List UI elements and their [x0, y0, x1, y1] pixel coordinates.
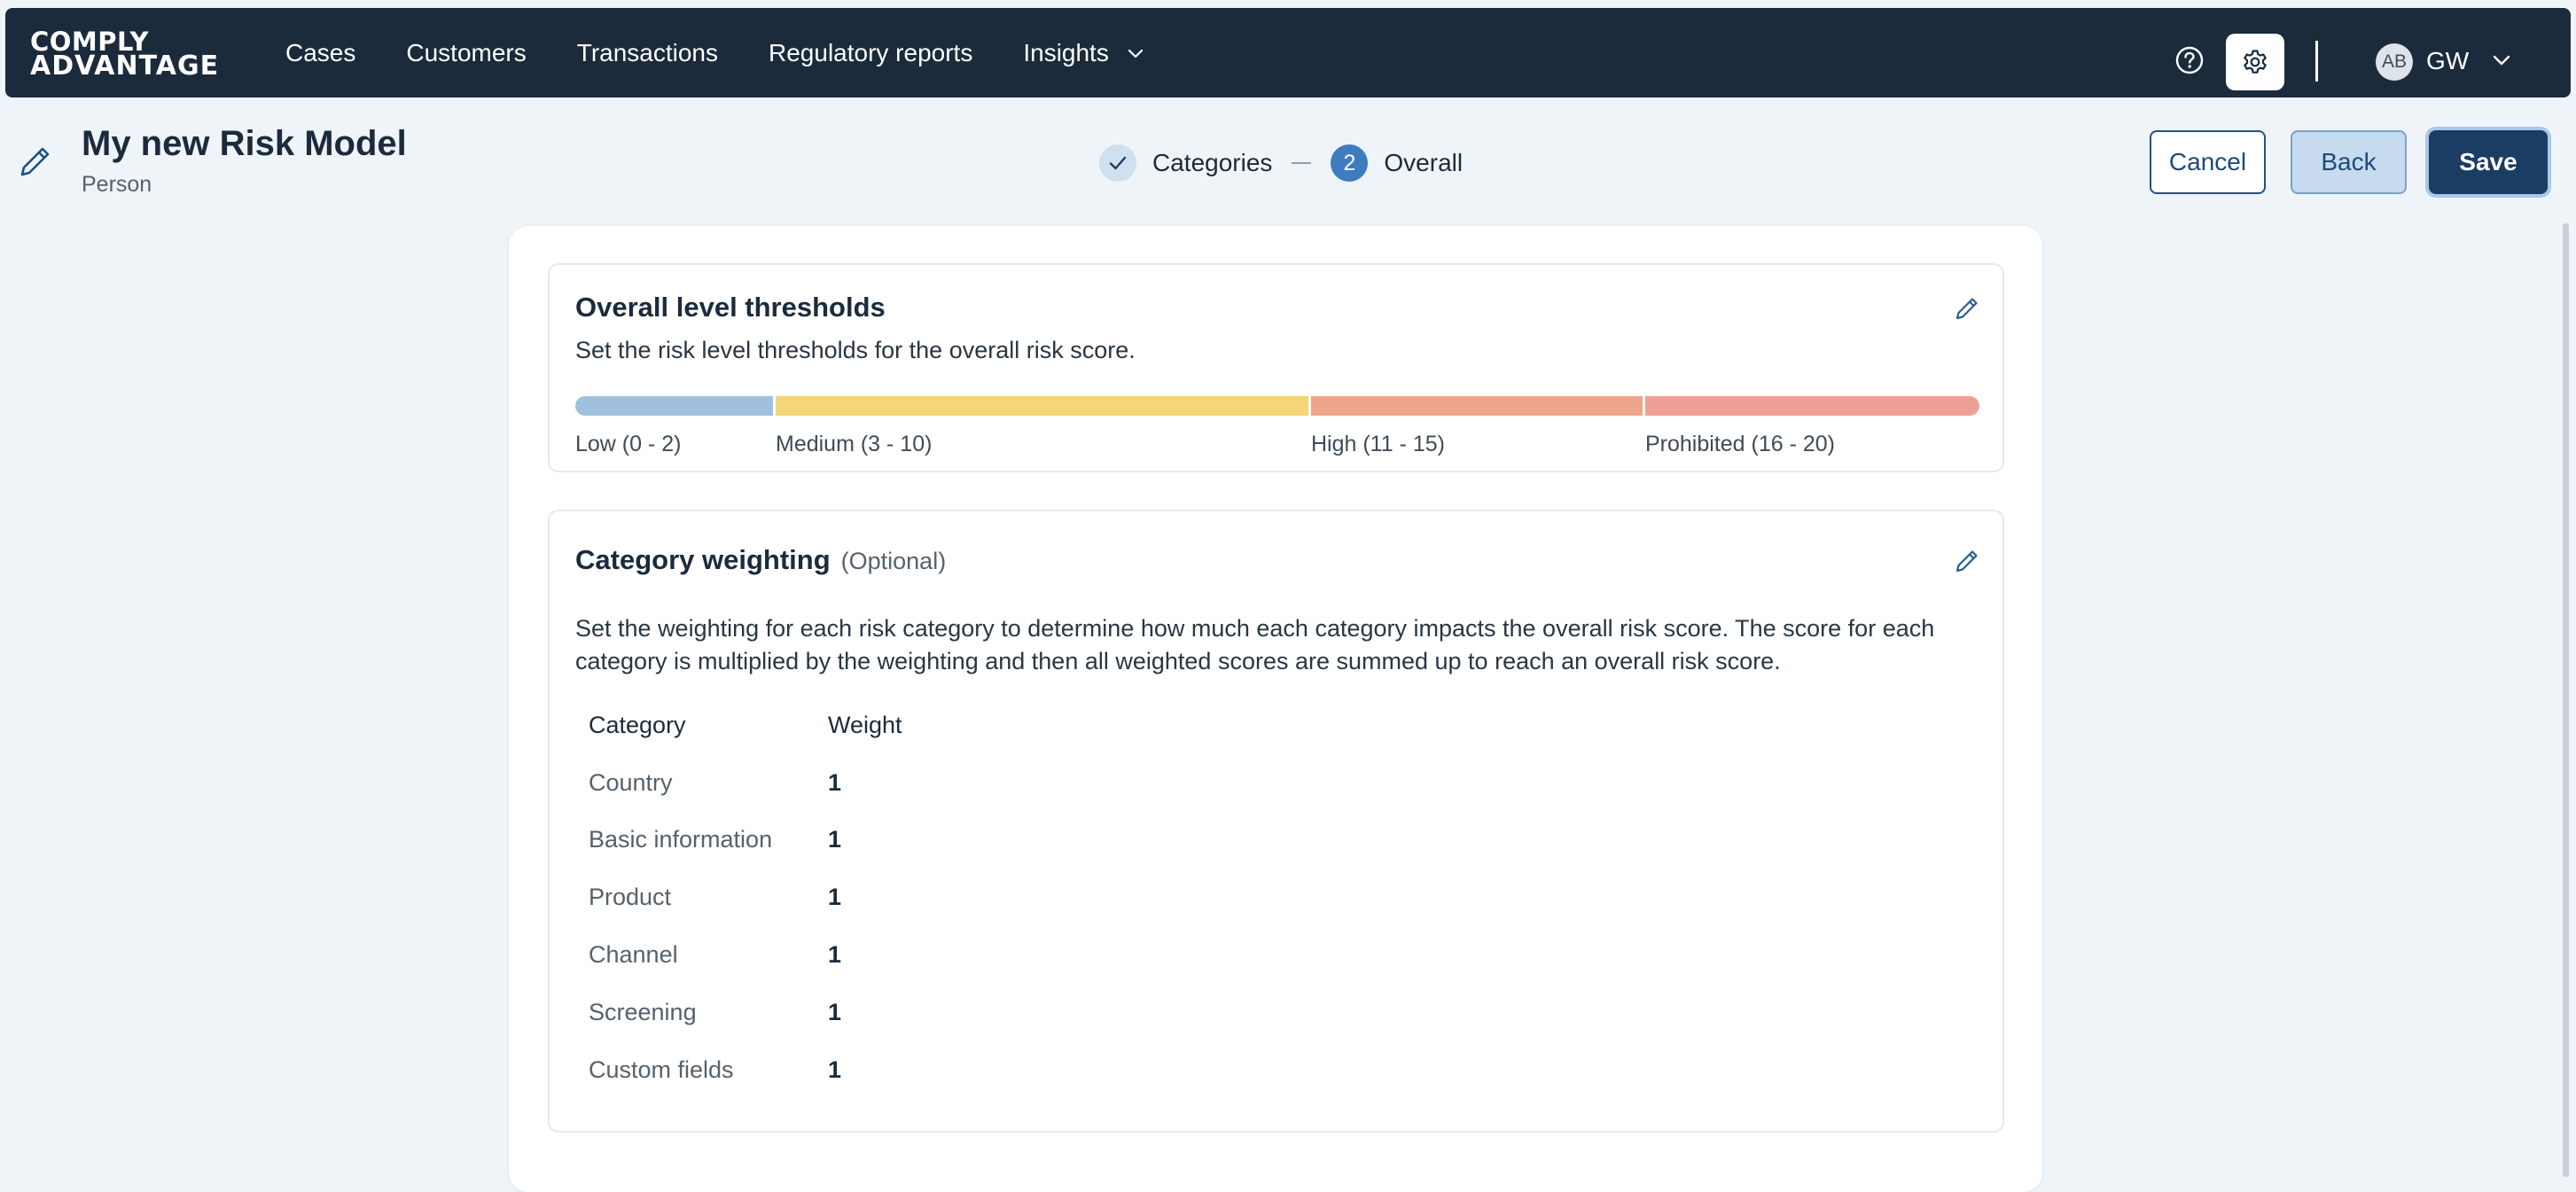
step-label-overall: Overall — [1384, 149, 1464, 176]
nav-link-label: Insights — [1023, 38, 1109, 66]
pencil-icon[interactable] — [1954, 295, 1980, 322]
main-nav-links: Cases Customers Transactions Regulatory … — [285, 8, 1195, 97]
category-name: Channel — [589, 941, 678, 968]
table-header-row: Category Weight — [589, 712, 1032, 747]
category-name: Product — [589, 884, 672, 910]
table-row: Product 1 — [589, 884, 1032, 919]
column-header-weight: Weight — [828, 712, 902, 738]
section-title: Category weighting — [575, 544, 831, 575]
category-name: Screening — [589, 999, 697, 1025]
pencil-icon[interactable] — [1954, 548, 1980, 574]
step-number: 2 — [1331, 144, 1369, 182]
overall-thresholds-section: Overall level thresholds Set the risk le… — [548, 263, 2004, 472]
section-title: Overall level thresholds — [575, 292, 886, 323]
category-weight: 1 — [828, 1056, 842, 1083]
threshold-segment-low — [575, 396, 773, 416]
threshold-bar: Low (0 - 2) Medium (3 - 10) High (11 - 1… — [575, 396, 1979, 456]
nav-link-label: Transactions — [576, 38, 718, 66]
nav-link-cases[interactable]: Cases — [285, 39, 355, 67]
category-weight: 1 — [828, 941, 842, 968]
category-weighting-section: Category weighting (Optional) Set the wei… — [548, 510, 2004, 1133]
checkmark-icon — [1109, 156, 1127, 170]
nav-link-label: Cases — [285, 38, 356, 66]
cancel-button[interactable]: Cancel — [2150, 130, 2266, 194]
column-header-category: Category — [589, 712, 686, 738]
section-description: Set the risk level thresholds for the ov… — [575, 337, 1136, 363]
category-weight: 1 — [828, 999, 842, 1025]
user-name[interactable]: GW — [2426, 47, 2469, 75]
category-weight: 1 — [828, 769, 842, 796]
nav-link-insights[interactable]: Insights — [1023, 39, 1144, 67]
nav-link-transactions[interactable]: Transactions — [577, 39, 718, 67]
category-name: Basic information — [589, 826, 773, 853]
nav-link-regulatory-reports[interactable]: Regulatory reports — [769, 39, 972, 67]
category-name: Custom fields — [589, 1056, 734, 1083]
threshold-label-medium: Medium (3 - 10) — [776, 432, 933, 456]
step-connector — [1292, 162, 1312, 164]
page-subtitle: Person — [82, 172, 152, 197]
description-line: Set the weighting for each risk category… — [575, 615, 1935, 642]
step-label-categories[interactable]: Categories — [1152, 149, 1272, 177]
section-title-row: Category weighting (Optional) — [575, 544, 946, 576]
threshold-label-low: Low (0 - 2) — [575, 432, 682, 456]
nav-link-label: Regulatory reports — [769, 38, 973, 66]
page-title: My new Risk Model — [82, 124, 407, 163]
threshold-segment-prohibited — [1645, 396, 1979, 416]
table-row: Screening 1 — [589, 999, 1032, 1034]
chevron-down-icon[interactable] — [2492, 51, 2511, 70]
save-button[interactable]: Save — [2429, 130, 2548, 194]
nav-link-customers[interactable]: Customers — [406, 39, 526, 67]
description-line: category is multiplied by the weighting … — [575, 648, 1781, 674]
help-icon[interactable] — [2174, 45, 2205, 75]
scrollbar-thumb[interactable] — [2563, 223, 2569, 1177]
table-row: Basic information 1 — [589, 826, 1032, 861]
threshold-label-high: High (11 - 15) — [1311, 432, 1445, 456]
table-row: Country 1 — [589, 769, 1032, 805]
settings-button[interactable] — [2226, 34, 2284, 90]
nav-link-label: Customers — [406, 38, 527, 66]
risk-model-card: Overall level thresholds Set the risk le… — [509, 226, 2042, 1192]
threshold-label-prohibited: Prohibited (16 - 20) — [1645, 432, 1836, 456]
threshold-segment-medium — [776, 396, 1308, 416]
pencil-icon[interactable] — [18, 144, 53, 179]
chevron-down-icon — [1128, 49, 1143, 58]
step-complete-indicator — [1099, 144, 1136, 182]
category-name: Country — [589, 769, 673, 796]
threshold-segment-high — [1311, 396, 1643, 416]
avatar-initials: AB — [2381, 51, 2407, 72]
gear-icon — [2244, 50, 2267, 74]
table-row: Channel 1 — [589, 941, 1032, 977]
section-description: Set the weighting for each risk category… — [575, 612, 1934, 678]
progress-stepper: Categories 2 Overall — [1099, 144, 1463, 183]
category-weight: 1 — [828, 826, 842, 853]
category-weight: 1 — [828, 884, 842, 910]
nav-divider — [2315, 41, 2318, 82]
comply-advantage-logo[interactable]: COMPLY ADVANTAGE — [30, 29, 220, 82]
table-row: Custom fields 1 — [589, 1056, 1032, 1092]
logo-line-2: ADVANTAGE — [30, 51, 220, 82]
avatar[interactable]: AB — [2376, 43, 2413, 81]
top-navigation-bar: COMPLY ADVANTAGE Cases Customers Transac… — [5, 8, 2571, 97]
back-button[interactable]: Back — [2291, 130, 2407, 194]
optional-label: (Optional) — [840, 548, 947, 574]
